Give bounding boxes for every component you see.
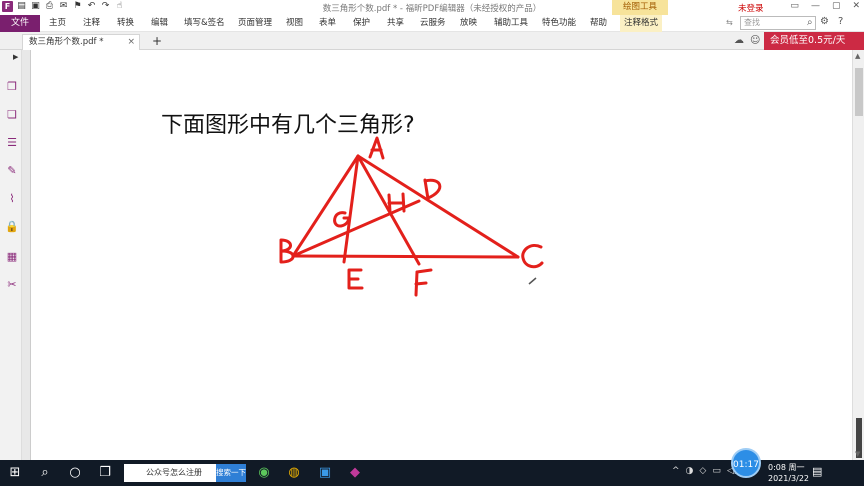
document-viewport[interactable]: 下面图形中有几个三角形? (22, 50, 852, 460)
menu-cloud[interactable]: 云服务 (420, 15, 446, 32)
clock-time: 0:08 周一 (768, 463, 805, 472)
tray-up-icon[interactable]: ^ (672, 466, 680, 476)
print-icon[interactable]: ⎙ (44, 1, 55, 12)
redo-icon[interactable]: ↷ (100, 1, 111, 12)
menu-features[interactable]: 特色功能 (542, 15, 576, 32)
task-view-icon[interactable]: ❐ (96, 464, 114, 482)
recording-timer[interactable]: 01:17 (731, 448, 761, 478)
pages-icon[interactable]: ❏ (5, 108, 19, 122)
lock-icon[interactable]: 🔒 (5, 220, 19, 234)
document-tab-bar: 数三角形个数.pdf * × + ☁ ☺ ≡ (0, 32, 864, 50)
tab-drawing-tools[interactable]: 绘图工具 (612, 0, 668, 15)
help-icon[interactable]: ? (838, 16, 843, 27)
save-icon[interactable]: ▣ (30, 1, 41, 12)
menu-protect[interactable]: 保护 (353, 15, 370, 32)
vertical-scrollbar[interactable]: ▲ ▼ (852, 50, 864, 460)
search-icon[interactable]: ⌕ (807, 17, 813, 28)
menu-comment[interactable]: 注释 (83, 15, 100, 32)
menu-edit[interactable]: 编辑 (151, 15, 168, 32)
stamp-icon[interactable]: ⚑ (72, 1, 83, 12)
minimize-icon[interactable]: — (811, 1, 820, 11)
letter-e (347, 268, 364, 290)
menu-home[interactable]: 主页 (49, 15, 66, 32)
tab-document[interactable]: 数三角形个数.pdf * × (22, 34, 140, 50)
comments-icon[interactable]: ✎ (5, 164, 19, 178)
title-bar: F ▤ ▣ ⎙ ✉ ⚑ ↶ ↷ ☝ 数三角形个数.pdf * - 福昕PDF编辑… (0, 0, 864, 15)
menu-share[interactable]: 共享 (387, 15, 404, 32)
windows-start-icon[interactable]: ⊞ (6, 464, 24, 482)
search-input[interactable]: 查找 (740, 16, 816, 30)
open-icon[interactable]: ▤ (16, 1, 27, 12)
undo-icon[interactable]: ↶ (86, 1, 97, 12)
minimize-ribbon-icon[interactable]: ▭ (790, 1, 799, 11)
scroll-down-icon[interactable]: ▼ (855, 450, 860, 458)
clock-date: 2021/3/22 (768, 474, 810, 483)
maximize-icon[interactable]: ▢ (832, 1, 841, 11)
letter-c (521, 243, 544, 269)
user-icon[interactable]: ☺ (750, 35, 760, 46)
system-clock[interactable]: 0:08 周一 2021/3/22 (768, 462, 809, 484)
menu-accessibility[interactable]: 辅助工具 (494, 15, 528, 32)
close-icon[interactable]: ✕ (852, 1, 860, 11)
quick-access-toolbar: F ▤ ▣ ⎙ ✉ ⚑ ↶ ↷ ☝ (2, 1, 125, 12)
left-navigation-panel: ▶ ❐ ❏ ☰ ✎ ⌇ 🔒 ▦ ✂ (0, 50, 22, 460)
tag-icon[interactable]: ⇆ (726, 18, 733, 27)
scroll-up-icon[interactable]: ▲ (855, 52, 860, 60)
line-ac (356, 154, 520, 259)
tools-icon[interactable]: ✂ (5, 278, 19, 292)
menu-fill-sign[interactable]: 填写&签名 (184, 15, 225, 32)
email-icon[interactable]: ✉ (58, 1, 69, 12)
taskbar-search-button[interactable]: 搜索一下 (216, 464, 246, 482)
notification-icon[interactable]: ▤ (812, 465, 822, 478)
bookmark-icon[interactable]: ❐ (5, 80, 19, 94)
add-tab-button[interactable]: + (152, 34, 162, 48)
menu-convert[interactable]: 转换 (117, 15, 134, 32)
letter-a (368, 136, 385, 160)
menu-slideshow[interactable]: 放映 (460, 15, 477, 32)
triangle-drawing (279, 136, 544, 297)
hand-tool-icon[interactable]: ☝ (114, 1, 125, 12)
menu-form[interactable]: 表单 (319, 15, 336, 32)
network-icon[interactable]: ◇ (699, 466, 706, 476)
letter-d (423, 178, 442, 201)
menu-file[interactable]: 文件 (0, 15, 40, 32)
tab-document-label: 数三角形个数.pdf * (29, 37, 104, 47)
pdf-page: 下面图形中有几个三角形? (30, 50, 852, 460)
vip-promo-banner[interactable]: 会员低至0.5元/天 (764, 32, 864, 50)
form-fields-icon[interactable]: ▦ (5, 250, 19, 264)
letter-b (279, 238, 295, 264)
ribbon-menu: 文件 主页 注释 转换 编辑 填写&签名 页面管理 视图 表单 保护 共享 云服… (0, 15, 864, 32)
foxit-taskbar-icon[interactable]: ◆ (346, 464, 364, 482)
pen-cursor-icon (528, 277, 537, 285)
menu-view[interactable]: 视图 (286, 15, 303, 32)
search-taskbar-icon[interactable]: ⌕ (36, 464, 54, 482)
layers-icon[interactable]: ☰ (5, 136, 19, 150)
menu-comment-format[interactable]: 注释格式 (620, 15, 663, 32)
letter-g (333, 211, 351, 228)
window-controls: ▭ — ▢ ✕ (790, 1, 860, 11)
scroll-thumb[interactable] (855, 68, 863, 116)
menu-help[interactable]: 帮助 (590, 15, 607, 32)
tab-close-icon[interactable]: × (127, 35, 135, 50)
attachment-icon[interactable]: ⌇ (5, 192, 19, 206)
video-app-icon[interactable]: ▣ (316, 464, 334, 482)
gear-icon[interactable]: ⚙ (820, 16, 829, 27)
system-tray: ^ ◑ ◇ ▭ ◁) (672, 466, 737, 476)
expand-panel-icon[interactable]: ▶ (13, 53, 18, 61)
menu-page-management[interactable]: 页面管理 (238, 15, 272, 32)
cortana-icon[interactable]: ○ (66, 464, 84, 482)
letter-f (414, 268, 433, 297)
line-bc (291, 254, 520, 259)
taskbar-search-input[interactable]: 公众号怎么注册 (124, 464, 216, 482)
browser-360-icon[interactable]: ◉ (255, 464, 273, 482)
chrome-icon[interactable]: ◍ (285, 464, 303, 482)
wechat-icon[interactable]: ◑ (686, 466, 694, 476)
cloud-icon[interactable]: ☁ (734, 35, 744, 46)
battery-icon[interactable]: ▭ (712, 466, 721, 476)
window-title: 数三角形个数.pdf * - 福昕PDF编辑器（未经授权的产品） (322, 4, 542, 14)
app-logo-icon: F (2, 1, 13, 12)
login-link[interactable]: 未登录 (738, 2, 764, 14)
